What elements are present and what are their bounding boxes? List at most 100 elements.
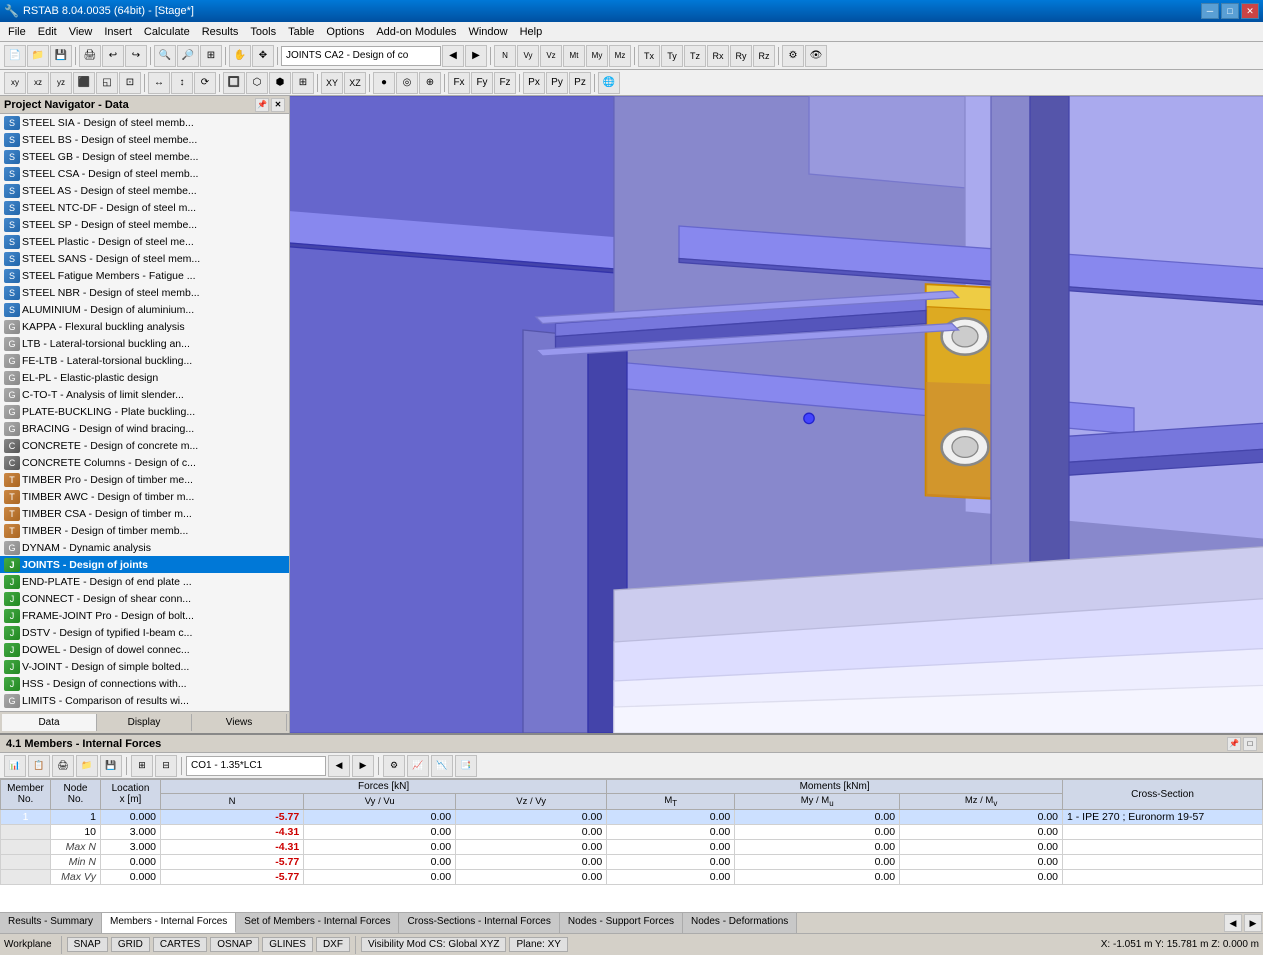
table-tb6[interactable]: ⊞	[131, 755, 153, 777]
tb12[interactable]: Rz	[753, 45, 775, 67]
next-button[interactable]: ▶	[465, 45, 487, 67]
tree-item-30[interactable]: JDSTV - Design of typified I-beam c...	[0, 624, 289, 641]
bottom-max-button[interactable]: □	[1243, 737, 1257, 751]
tb-r24[interactable]: Pz	[569, 72, 591, 94]
tb-r10[interactable]: 🔲	[223, 72, 245, 94]
menu-view[interactable]: View	[63, 24, 99, 40]
tree-item-28[interactable]: JCONNECT - Design of shear conn...	[0, 590, 289, 607]
lc-prev-button[interactable]: ◀	[328, 755, 350, 777]
zoom-out-button[interactable]: 🔎	[177, 45, 199, 67]
options-button[interactable]: ⚙	[782, 45, 804, 67]
nav-pin-button[interactable]: 📌	[255, 98, 269, 112]
tree-item-14[interactable]: GFE-LTB - Lateral-torsional buckling...	[0, 352, 289, 369]
table-row[interactable]: Min N0.000-5.770.000.000.000.000.00	[1, 854, 1263, 869]
tb-r21[interactable]: Fz	[494, 72, 516, 94]
tb-r1[interactable]: xy	[4, 72, 26, 94]
tree-item-32[interactable]: JV-JOINT - Design of simple bolted...	[0, 658, 289, 675]
table-tb8[interactable]: ⚙	[383, 755, 405, 777]
save-button[interactable]: 💾	[50, 45, 72, 67]
nav-tab-data[interactable]: Data	[2, 714, 97, 731]
cartes-button[interactable]: CARTES	[153, 937, 207, 952]
tb10[interactable]: Rx	[707, 45, 729, 67]
display-button[interactable]: 👁	[805, 45, 827, 67]
select-button[interactable]: ✋	[229, 45, 251, 67]
tab-results-summary[interactable]: Results - Summary	[0, 913, 102, 933]
menu-results[interactable]: Results	[196, 24, 245, 40]
menu-file[interactable]: File	[2, 24, 32, 40]
menu-options[interactable]: Options	[320, 24, 370, 40]
case-dropdown[interactable]: JOINTS CA2 - Design of co	[281, 46, 441, 66]
grid-button[interactable]: GRID	[111, 937, 150, 952]
tree-item-0[interactable]: SSTEEL SIA - Design of steel memb...	[0, 114, 289, 131]
tb-r7[interactable]: ↔	[148, 72, 170, 94]
osnap-button[interactable]: OSNAP	[210, 937, 259, 952]
tree-item-27[interactable]: JEND-PLATE - Design of end plate ...	[0, 573, 289, 590]
tb9[interactable]: Tz	[684, 45, 706, 67]
tb-r3[interactable]: yz	[50, 72, 72, 94]
tb-r8[interactable]: ↕	[171, 72, 193, 94]
tree-item-4[interactable]: SSTEEL AS - Design of steel membe...	[0, 182, 289, 199]
tab-set-members[interactable]: Set of Members - Internal Forces	[236, 913, 399, 933]
redo-button[interactable]: ↪	[125, 45, 147, 67]
print-button[interactable]: 🖨	[79, 45, 101, 67]
tb-r23[interactable]: Py	[546, 72, 568, 94]
plane-button[interactable]: Plane: XY	[509, 937, 567, 952]
table-tb7[interactable]: ⊟	[155, 755, 177, 777]
menu-insert[interactable]: Insert	[98, 24, 138, 40]
tb-r14[interactable]: XY	[321, 72, 343, 94]
tb-r15[interactable]: XZ	[344, 72, 366, 94]
table-tb10[interactable]: 📉	[431, 755, 453, 777]
tree-item-5[interactable]: SSTEEL NTC-DF - Design of steel m...	[0, 199, 289, 216]
tree-item-6[interactable]: SSTEEL SP - Design of steel membe...	[0, 216, 289, 233]
zoom-in-button[interactable]: 🔍	[154, 45, 176, 67]
restore-button[interactable]: □	[1221, 3, 1239, 19]
table-row[interactable]: 110.000-5.770.000.000.000.000.001 - IPE …	[1, 809, 1263, 824]
table-row[interactable]: Max N3.000-4.310.000.000.000.000.00	[1, 839, 1263, 854]
prev-button[interactable]: ◀	[442, 45, 464, 67]
tb-r19[interactable]: Fx	[448, 72, 470, 94]
bottom-pin-button[interactable]: 📌	[1227, 737, 1241, 751]
tb-r9[interactable]: ⟳	[194, 72, 216, 94]
viewport-3d[interactable]: Z	[290, 96, 1263, 733]
table-tb3[interactable]: 🖨	[52, 755, 74, 777]
menu-help[interactable]: Help	[514, 24, 549, 40]
tree-item-21[interactable]: TTIMBER Pro - Design of timber me...	[0, 471, 289, 488]
tree-item-13[interactable]: GLTB - Lateral-torsional buckling an...	[0, 335, 289, 352]
tb1[interactable]: N	[494, 45, 516, 67]
table-tb1[interactable]: 📊	[4, 755, 26, 777]
tb-r13[interactable]: ⊞	[292, 72, 314, 94]
tree-item-11[interactable]: SALUMINIUM - Design of aluminium...	[0, 301, 289, 318]
nav-tab-display[interactable]: Display	[97, 714, 192, 731]
minimize-button[interactable]: ─	[1201, 3, 1219, 19]
dxf-button[interactable]: DXF	[316, 937, 350, 952]
tree-item-10[interactable]: SSTEEL NBR - Design of steel memb...	[0, 284, 289, 301]
tb-r16[interactable]: ●	[373, 72, 395, 94]
menu-table[interactable]: Table	[282, 24, 320, 40]
tb2[interactable]: Vy	[517, 45, 539, 67]
nav-tab-views[interactable]: Views	[192, 714, 287, 731]
tb-r25[interactable]: 🌐	[598, 72, 620, 94]
tree-item-20[interactable]: CCONCRETE Columns - Design of c...	[0, 454, 289, 471]
tab-prev-button[interactable]: ◀	[1224, 914, 1242, 932]
new-button[interactable]: 📄	[4, 45, 26, 67]
tb3[interactable]: Vz	[540, 45, 562, 67]
tree-item-16[interactable]: GC-TO-T - Analysis of limit slender...	[0, 386, 289, 403]
fit-button[interactable]: ⊞	[200, 45, 222, 67]
tab-members-internal[interactable]: Members - Internal Forces	[102, 913, 236, 933]
tb7[interactable]: Tx	[638, 45, 660, 67]
tree-item-26[interactable]: JJOINTS - Design of joints	[0, 556, 289, 573]
tb-r17[interactable]: ◎	[396, 72, 418, 94]
tree-item-18[interactable]: GBRACING - Design of wind bracing...	[0, 420, 289, 437]
tb11[interactable]: Ry	[730, 45, 752, 67]
move-button[interactable]: ✥	[252, 45, 274, 67]
load-case-dropdown[interactable]: CO1 - 1.35*LC1	[186, 756, 326, 776]
tree-item-34[interactable]: GLIMITS - Comparison of results wi...	[0, 692, 289, 709]
table-tb4[interactable]: 📁	[76, 755, 98, 777]
tree-item-15[interactable]: GEL-PL - Elastic-plastic design	[0, 369, 289, 386]
tab-nodes-support[interactable]: Nodes - Support Forces	[560, 913, 683, 933]
menu-tools[interactable]: Tools	[244, 24, 282, 40]
visibility-button[interactable]: Visibility Mod CS: Global XYZ	[361, 937, 507, 952]
tree-item-31[interactable]: JDOWEL - Design of dowel connec...	[0, 641, 289, 658]
tree-item-2[interactable]: SSTEEL GB - Design of steel membe...	[0, 148, 289, 165]
table-tb2[interactable]: 📋	[28, 755, 50, 777]
